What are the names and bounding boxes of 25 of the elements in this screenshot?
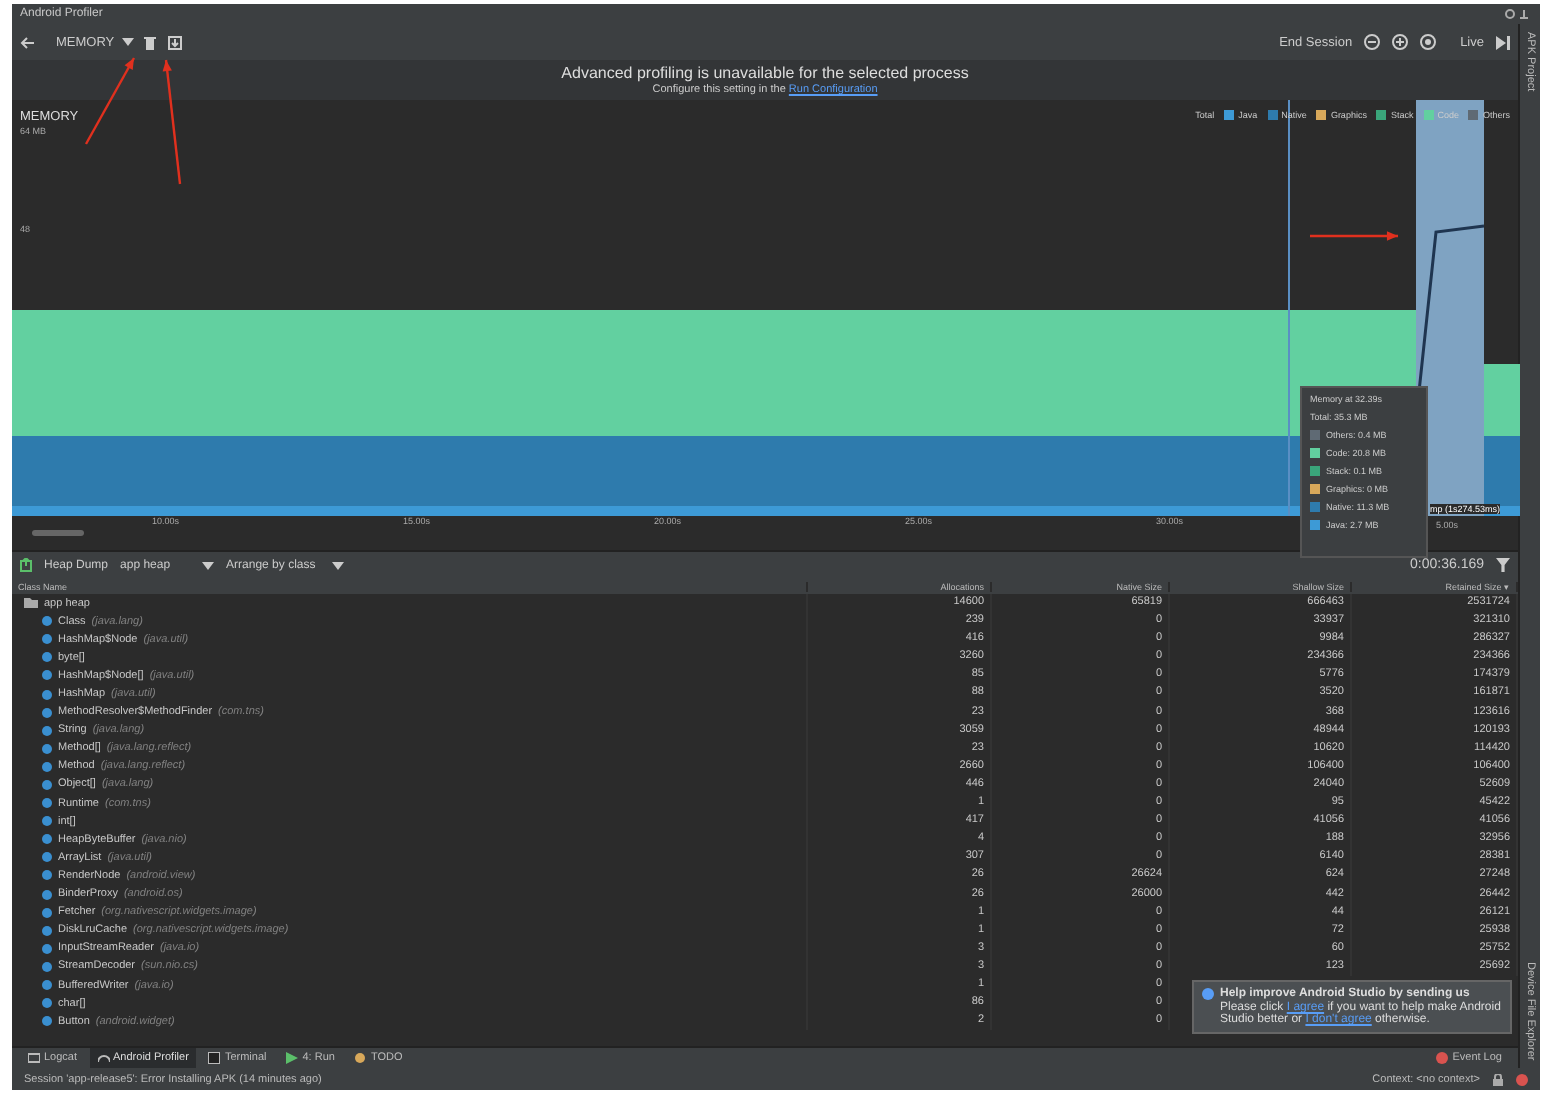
- heap-dump-icon[interactable]: [168, 35, 182, 49]
- lock-icon: [1492, 1073, 1504, 1085]
- gauge-icon: [97, 1052, 110, 1064]
- caret-icon: [202, 561, 215, 569]
- zoom-in-icon[interactable]: [1392, 34, 1409, 50]
- caret-icon: [331, 561, 344, 569]
- annotation-arrow: [1310, 231, 1398, 241]
- scrollbar-thumb[interactable]: [32, 530, 84, 536]
- skip-to-end-icon[interactable]: [1496, 35, 1510, 49]
- banner-title: Advanced profiling is unavailable for the selected process: [561, 64, 969, 82]
- export-icon[interactable]: [20, 558, 32, 572]
- reset-zoom-icon[interactable]: [1420, 34, 1437, 50]
- alert-icon: [1516, 1073, 1528, 1085]
- annotation-arrow: [162, 59, 182, 185]
- play-icon: [286, 1052, 299, 1064]
- zoom-out-icon[interactable]: [1364, 34, 1381, 50]
- folder-icon: [24, 598, 38, 609]
- info-icon: [1202, 988, 1214, 1000]
- alert-icon: [1436, 1052, 1449, 1064]
- filter-icon[interactable]: [1496, 558, 1510, 572]
- annotation-arrow: [84, 57, 136, 145]
- trash-icon[interactable]: [144, 35, 156, 49]
- back-arrow-icon[interactable]: [20, 35, 36, 49]
- caret-icon: [122, 38, 135, 46]
- settings-icon[interactable]: [1504, 8, 1532, 20]
